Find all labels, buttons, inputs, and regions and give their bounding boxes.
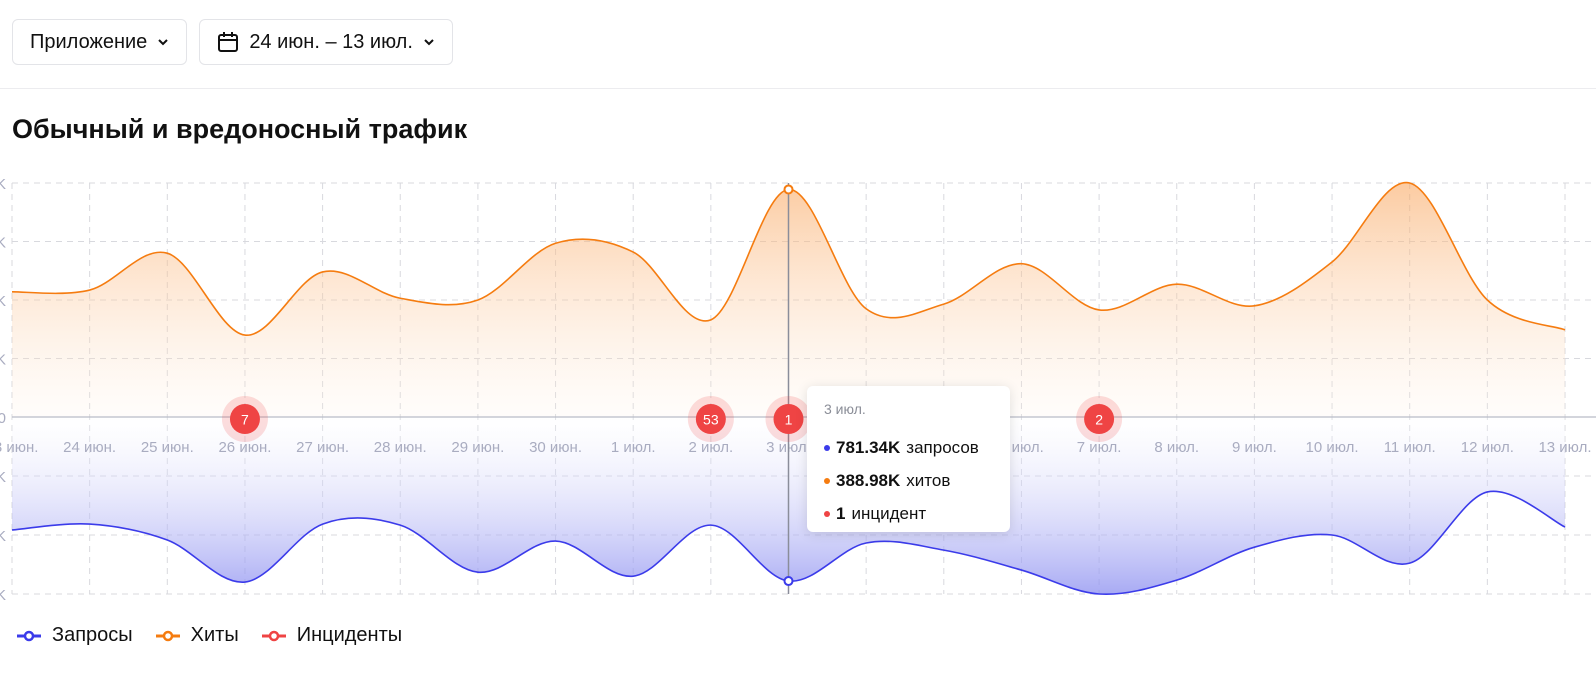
x-tick-label: 25 июн. — [141, 439, 194, 456]
tooltip-hits-value: 388.98K — [836, 470, 901, 490]
line-marker-icon — [261, 630, 286, 641]
x-tick-label: 28 июн. — [374, 439, 427, 456]
x-tick-label: 10 июл. — [1306, 439, 1359, 456]
incident-count: 53 — [703, 412, 719, 428]
y-tick-label: K — [0, 235, 6, 252]
incident-marker[interactable]: 2 — [1076, 396, 1123, 442]
legend-label: Запросы — [52, 624, 133, 646]
legend-label: Хиты — [190, 624, 239, 646]
tooltip-hits-label: хитов — [906, 470, 951, 490]
tooltip-incidents: 1 инцидент — [824, 497, 993, 530]
tooltip-incidents-value: 1 — [836, 503, 846, 523]
traffic-chart[interactable]: KKKK0KKK 23 июн.24 июн.25 июн.26 июн.27 … — [0, 0, 1596, 610]
x-tick-label: 29 июн. — [451, 439, 504, 456]
x-tick-label: 12 июл. — [1461, 439, 1514, 456]
x-tick-label: 24 июн. — [63, 439, 116, 456]
x-tick-label: 30 июн. — [529, 439, 582, 456]
legend: Запросы Хиты Инциденты — [16, 624, 402, 647]
tooltip-incidents-label: инцидент — [851, 503, 927, 523]
x-tick-label: 23 июн. — [0, 439, 38, 456]
x-tick-label: 1 июл. — [611, 439, 656, 456]
x-tick-label: 9 июл. — [1232, 439, 1277, 456]
legend-item-hits[interactable]: Хиты — [155, 624, 239, 647]
tooltip-hits: 388.98K хитов — [824, 464, 993, 497]
tooltip: 3 июл. 781.34K запросов 388.98K хитов 1 … — [807, 386, 1010, 532]
line-marker-icon — [155, 630, 180, 641]
x-tick-label: 11 июл. — [1384, 439, 1436, 456]
y-tick-label: K — [0, 469, 6, 486]
requests-dot-icon — [824, 444, 830, 451]
tooltip-date: 3 июл. — [824, 401, 866, 417]
x-tick-label: 13 июл. — [1538, 439, 1591, 456]
y-tick-label: 0 — [0, 410, 6, 427]
requests-point — [783, 576, 794, 587]
hits-dot-icon — [824, 477, 830, 484]
line-marker-icon — [17, 630, 41, 641]
incident-marker[interactable]: 53 — [687, 396, 734, 442]
y-tick-label: K — [0, 176, 6, 193]
y-tick-label: K — [0, 587, 6, 604]
incident-marker[interactable]: 1 — [765, 396, 812, 442]
y-tick-label: K — [0, 528, 6, 545]
tooltip-requests: 781.34K запросов — [824, 431, 993, 464]
incident-count: 2 — [1095, 412, 1103, 428]
y-tick-label: K — [0, 352, 6, 369]
incident-count: 7 — [241, 412, 249, 428]
tooltip-requests-value: 781.34K — [836, 437, 901, 457]
x-tick-label: 8 июл. — [1154, 439, 1199, 456]
incident-count: 1 — [785, 412, 793, 428]
legend-item-requests[interactable]: Запросы — [16, 624, 133, 647]
x-tick-label: 27 июн. — [296, 439, 349, 456]
y-tick-label: K — [0, 293, 6, 310]
tooltip-requests-label: запросов — [906, 437, 979, 457]
incident-marker[interactable]: 7 — [221, 396, 268, 442]
legend-item-incidents[interactable]: Инциденты — [261, 624, 402, 647]
hits-point — [783, 184, 794, 195]
legend-label: Инциденты — [296, 624, 403, 646]
incidents-dot-icon — [824, 510, 830, 517]
